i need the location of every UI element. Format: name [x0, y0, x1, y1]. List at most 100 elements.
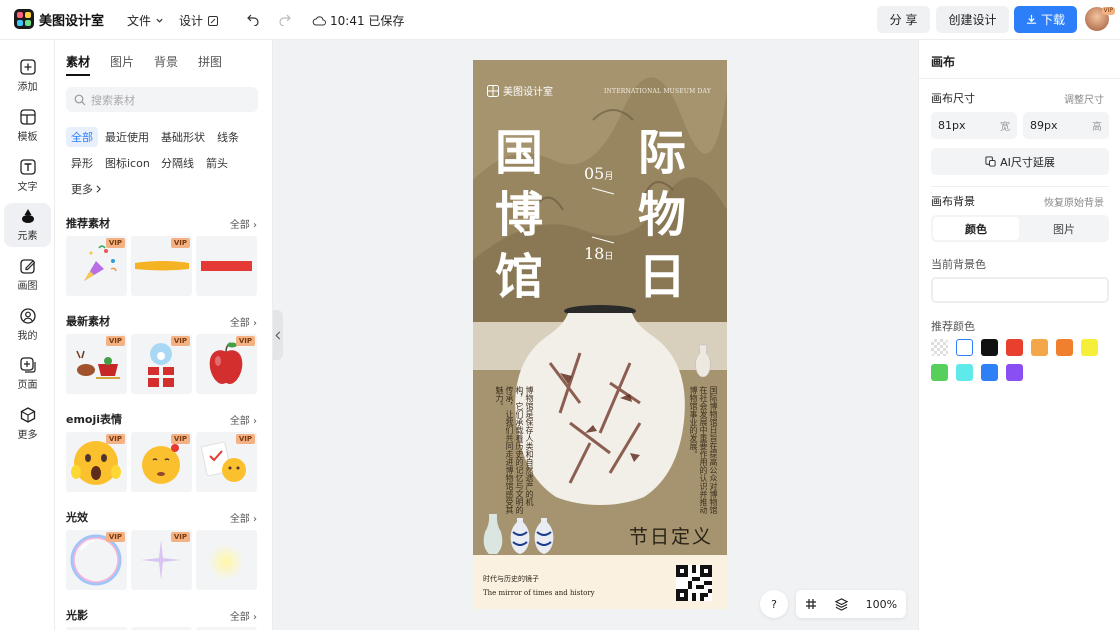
asset-tile-emoji-shush[interactable]: VIP: [131, 432, 192, 492]
chip-recent[interactable]: 最近使用: [100, 127, 154, 147]
vip-badge: VIP: [105, 336, 125, 346]
swatch-transparent[interactable]: [931, 339, 948, 356]
red-bar-image: [201, 261, 252, 271]
share-button[interactable]: 分 享: [877, 6, 930, 33]
color-swatch[interactable]: [1006, 339, 1023, 356]
chip-more[interactable]: 更多: [66, 179, 107, 199]
vip-badge: VIP: [170, 238, 190, 248]
search-input[interactable]: 搜索素材: [91, 92, 135, 108]
rail-item-pages[interactable]: 页面: [4, 352, 51, 396]
festival-title: 节日定义: [629, 526, 714, 548]
color-swatch[interactable]: [1056, 339, 1073, 356]
footer-en: The mirror of times and history: [483, 589, 595, 597]
date-day: 18日: [584, 244, 613, 263]
asset-tile-sparkle[interactable]: VIP: [131, 530, 192, 590]
rail-item-elements[interactable]: 元素: [4, 203, 51, 247]
color-swatch[interactable]: [956, 339, 973, 356]
color-swatch[interactable]: [1031, 339, 1048, 356]
redo-icon[interactable]: [278, 12, 292, 26]
rail-label: 我的: [17, 331, 38, 342]
chip-irregular[interactable]: 异形: [66, 153, 98, 173]
color-swatch[interactable]: [1081, 339, 1098, 356]
collapse-panel-button[interactable]: [273, 310, 283, 360]
see-all-link[interactable]: 全部 ›: [230, 216, 257, 231]
title-char: 博: [495, 187, 544, 243]
asset-tile-yellow-brush[interactable]: VIP: [131, 236, 192, 296]
bg-mode-image[interactable]: 图片: [1021, 217, 1107, 240]
restore-bg-link[interactable]: 恢复原始背景: [1044, 194, 1104, 209]
chip-icons[interactable]: 图标icon: [100, 153, 155, 173]
asset-tile-gift-globe[interactable]: VIP: [131, 334, 192, 394]
tab-images[interactable]: 图片: [110, 53, 134, 76]
rail-item-mine[interactable]: 我的: [4, 303, 51, 347]
see-all-label: 全部: [229, 318, 250, 329]
undo-icon[interactable]: [246, 12, 260, 26]
date-divider-line: [591, 187, 615, 195]
user-avatar[interactable]: VIP: [1085, 7, 1115, 31]
properties-panel: 画布 画布尺寸 调整尺寸 81px 宽 89px 高 AI尺寸延展 画布背景 恢…: [918, 40, 1120, 630]
asset-tile-red-apple[interactable]: VIP: [196, 334, 257, 394]
rail-item-text[interactable]: 文字: [4, 154, 51, 198]
tab-materials[interactable]: 素材: [66, 53, 91, 76]
file-menu[interactable]: 文件: [127, 12, 164, 29]
width-field[interactable]: 81px 宽: [931, 112, 1017, 139]
asset-tile-emoji-scream[interactable]: VIP: [66, 432, 127, 492]
asset-tile-emoji-clipboard[interactable]: VIP: [196, 432, 257, 492]
title-char: 物: [638, 187, 687, 243]
canvas-size-label: 画布尺寸: [931, 92, 975, 105]
grid-icon[interactable]: [805, 598, 817, 610]
bg-mode-color[interactable]: 颜色: [933, 217, 1019, 240]
asset-tile-red-bar[interactable]: [196, 236, 257, 296]
rail-label: 画图: [17, 281, 38, 292]
rail-item-template[interactable]: 模板: [4, 104, 51, 148]
asset-tile-reindeer-sleigh[interactable]: VIP: [66, 334, 127, 394]
download-button[interactable]: 下载: [1014, 6, 1077, 33]
chip-dividers[interactable]: 分隔线: [156, 153, 199, 173]
current-bg-swatch[interactable]: [931, 277, 1109, 303]
see-all-link[interactable]: 全部 ›: [230, 510, 257, 525]
layers-icon[interactable]: [834, 597, 848, 611]
rail-item-add[interactable]: 添加: [4, 54, 51, 98]
tab-backgrounds[interactable]: 背景: [154, 53, 178, 76]
zoom-level[interactable]: 100%: [866, 598, 897, 611]
chip-all[interactable]: 全部: [66, 127, 98, 147]
chevron-right-icon: [96, 185, 101, 193]
color-swatch[interactable]: [1006, 364, 1023, 381]
month-value: 05: [584, 164, 605, 183]
rail-item-more[interactable]: 更多: [4, 402, 51, 446]
asset-tile-bubble[interactable]: VIP: [66, 530, 127, 590]
see-all-link[interactable]: 全部 ›: [230, 608, 257, 623]
chip-basic-shapes[interactable]: 基础形状: [156, 127, 210, 147]
color-swatch[interactable]: [956, 364, 973, 381]
create-design-button[interactable]: 创建设计: [936, 6, 1009, 33]
rail-item-draw[interactable]: 画图: [4, 253, 51, 297]
chip-lines[interactable]: 线条: [212, 127, 244, 147]
color-swatch[interactable]: [981, 339, 998, 356]
rail-label: 更多: [17, 430, 38, 441]
color-swatch[interactable]: [931, 364, 948, 381]
height-field[interactable]: 89px 高: [1023, 112, 1109, 139]
template-icon: [19, 109, 36, 125]
see-all-link[interactable]: 全部 ›: [230, 314, 257, 329]
app-logo[interactable]: 美图设计室: [14, 9, 104, 29]
design-menu[interactable]: 设计: [179, 12, 219, 29]
app-name: 美图设计室: [39, 13, 105, 29]
ai-extend-button[interactable]: AI尺寸延展: [931, 148, 1109, 175]
day-value: 18: [584, 244, 605, 263]
plus-square-icon: [19, 59, 36, 75]
width-value: 81px: [938, 119, 966, 132]
help-button[interactable]: ?: [760, 590, 788, 618]
chip-arrows[interactable]: 箭头: [201, 153, 233, 173]
tab-collage[interactable]: 拼图: [198, 53, 222, 76]
asset-tile-party-popper[interactable]: VIP: [66, 236, 127, 296]
poster-canvas[interactable]: 美图设计室 INTERNATIONAL MUSEUM DAY 国 博 馆 际 物…: [473, 60, 727, 609]
qr-code-image: [676, 565, 712, 601]
brand-logo-icon: [487, 84, 499, 97]
color-swatch[interactable]: [981, 364, 998, 381]
see-all-link[interactable]: 全部 ›: [230, 412, 257, 427]
asset-tile-glow[interactable]: [196, 530, 257, 590]
recommend-label: 推荐颜色: [931, 320, 975, 333]
search-box[interactable]: 搜索素材: [66, 87, 258, 112]
resize-link[interactable]: 调整尺寸: [1064, 91, 1104, 106]
rail-label: 文字: [17, 182, 38, 193]
